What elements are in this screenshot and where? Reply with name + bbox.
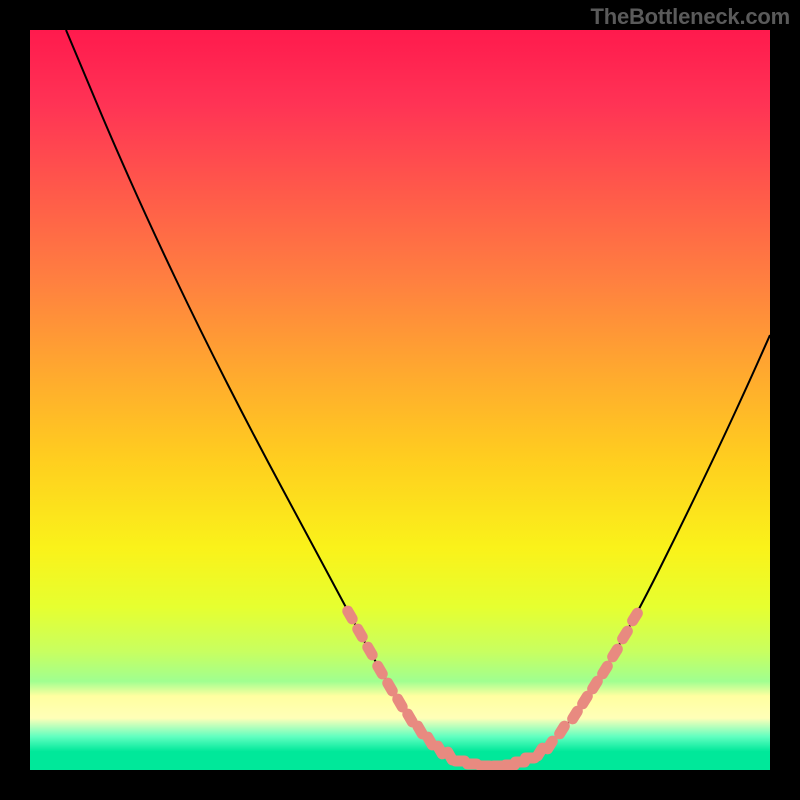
chart-frame: TheBottleneck.com	[0, 0, 800, 800]
plot-svg	[30, 30, 770, 770]
bottleneck-curve	[66, 30, 770, 766]
data-dot	[625, 606, 645, 629]
data-dot	[350, 622, 370, 645]
data-dots-group	[340, 604, 645, 770]
data-dot	[340, 604, 360, 627]
plot-gradient-area	[30, 30, 770, 770]
data-dot	[615, 624, 635, 647]
data-dot	[360, 640, 380, 663]
watermark-text: TheBottleneck.com	[590, 4, 790, 30]
